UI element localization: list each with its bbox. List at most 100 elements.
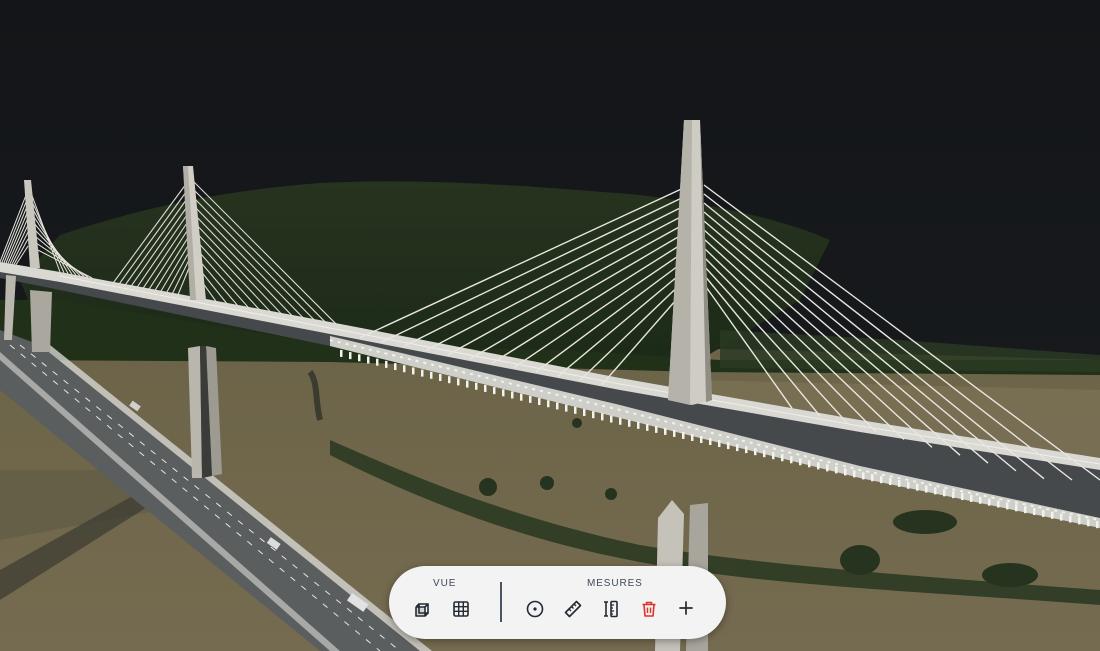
railing-post [700, 436, 703, 443]
railing-post [709, 438, 712, 446]
railing-post [1096, 521, 1099, 529]
plus-icon [679, 601, 693, 615]
railing-post [610, 415, 613, 423]
railing-post [925, 485, 928, 493]
railing-post [619, 417, 622, 425]
toolbar-divider [500, 582, 502, 622]
height-measure-icon [604, 600, 618, 618]
railing-post [367, 356, 370, 364]
railing-post [979, 496, 982, 504]
point-measure-button[interactable] [526, 600, 550, 624]
trash-icon [642, 601, 656, 617]
railing-post [718, 440, 721, 448]
railing-post [844, 468, 847, 476]
railing-post [835, 466, 838, 474]
railing-post [484, 384, 487, 392]
railing-post [448, 376, 451, 384]
railing-post [664, 427, 667, 435]
railing-post [637, 421, 640, 429]
railing-post [871, 474, 874, 482]
railing-post [376, 358, 379, 366]
railing-post [952, 491, 955, 499]
view-group-label: VUE [433, 578, 457, 589]
railing-post [880, 476, 883, 484]
railing-post [403, 365, 406, 373]
railing-post [673, 429, 676, 437]
railing-post [790, 456, 793, 464]
railing-post [745, 446, 748, 454]
railing-post [691, 433, 694, 441]
railing-post [529, 395, 532, 403]
railing-post [970, 494, 973, 502]
railing-post [439, 373, 442, 381]
railing-post [781, 454, 784, 462]
add-measure-button[interactable] [678, 600, 702, 624]
railing-post [1078, 517, 1081, 525]
3d-view-button[interactable] [414, 600, 438, 624]
railing-post [457, 378, 460, 386]
railing-post [475, 382, 478, 390]
railing-post [565, 404, 568, 412]
railing-post [556, 402, 559, 410]
railing-post [1006, 502, 1009, 510]
railing-post [385, 360, 388, 368]
railing-post [1015, 504, 1018, 512]
railing-post [430, 371, 433, 379]
railing-post [1087, 519, 1090, 527]
railing-post [889, 478, 892, 486]
railing-post [799, 458, 802, 466]
railing-post [817, 462, 820, 470]
3d-viewer-canvas[interactable]: VUE MESURES [0, 0, 1100, 651]
railing-post [961, 493, 964, 501]
distance-measure-button[interactable] [564, 600, 588, 624]
ruler-icon [564, 600, 582, 618]
railing-post [628, 419, 631, 427]
railing-post [358, 354, 361, 362]
railing-post [1069, 515, 1072, 523]
railing-post [1033, 508, 1036, 516]
railing-post [646, 423, 649, 431]
railing-post [772, 452, 775, 460]
railing-post [997, 500, 1000, 508]
railing-post [826, 464, 829, 472]
height-measure-button[interactable] [602, 600, 626, 624]
railing-post [1042, 509, 1045, 517]
railing-post [547, 400, 550, 408]
railing-post [466, 380, 469, 388]
railing-post [1051, 511, 1054, 519]
delete-measures-button[interactable] [640, 600, 664, 624]
railing-post [1024, 506, 1027, 514]
railing-post [907, 481, 910, 489]
measures-group-label: MESURES [587, 578, 643, 589]
grid-icon [453, 601, 469, 617]
railing-post [574, 406, 577, 414]
grid-view-button[interactable] [452, 600, 476, 624]
railing-post [592, 411, 595, 419]
railing-post [601, 413, 604, 421]
railing-post [808, 460, 811, 468]
railing-post [394, 363, 397, 371]
point-cloud-scene[interactable] [0, 0, 1100, 651]
railing-post [988, 498, 991, 506]
railing-post [349, 352, 352, 360]
railing-post [538, 398, 541, 406]
point-target-icon [526, 600, 544, 618]
railing-post [412, 367, 415, 375]
railing-post [853, 470, 856, 478]
railing-post [511, 391, 514, 399]
railing-post [682, 431, 685, 439]
railing-post [340, 349, 343, 357]
railing-post [727, 442, 730, 450]
railing-post [1060, 513, 1063, 521]
measure-toolbar: VUE MESURES [389, 566, 726, 639]
railing-post [421, 369, 424, 377]
railing-post [502, 389, 505, 397]
railing-post [736, 444, 739, 452]
railing-post [862, 472, 865, 480]
cube-icon [415, 603, 429, 617]
railing-post [916, 483, 919, 491]
railing-post [943, 489, 946, 497]
railing-post [898, 479, 901, 487]
railing-post [520, 393, 523, 401]
railing-post [655, 425, 658, 433]
